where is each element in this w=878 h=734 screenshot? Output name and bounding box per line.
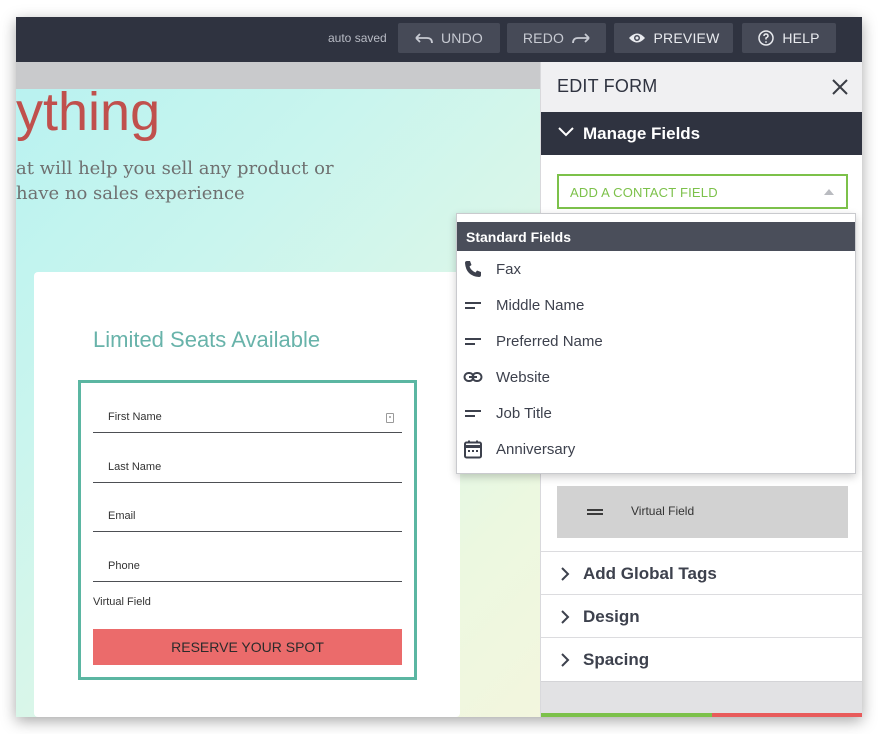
chevron-down-icon bbox=[558, 127, 574, 137]
manage-fields-label: Manage Fields bbox=[583, 124, 701, 143]
hero-subtitle-line: have no sales experience bbox=[16, 183, 245, 204]
autosave-status: auto saved bbox=[328, 31, 387, 45]
dropdown-item-anniversary[interactable]: Anniversary bbox=[457, 431, 855, 467]
section-label: Add Global Tags bbox=[583, 564, 717, 583]
dropdown-item-label: Website bbox=[496, 369, 550, 386]
redo-icon bbox=[572, 33, 590, 44]
dropdown-item-middle-name[interactable]: Middle Name bbox=[457, 287, 855, 323]
manage-fields-section[interactable]: Manage Fields bbox=[541, 112, 862, 155]
add-contact-field-label: ADD A CONTACT FIELD bbox=[570, 185, 718, 200]
reserve-spot-button[interactable]: RESERVE YOUR SPOT bbox=[93, 629, 402, 665]
hero-subtitle: at will help you sell any product or hav… bbox=[16, 156, 536, 206]
short-text-icon bbox=[465, 410, 481, 417]
short-text-icon bbox=[465, 302, 481, 309]
dropdown-item-fax[interactable]: Fax bbox=[457, 251, 855, 287]
dropdown-item-label: Job Title bbox=[496, 405, 552, 422]
calendar-icon bbox=[464, 440, 482, 459]
dropdown-header: Standard Fields bbox=[457, 222, 855, 251]
cancel-bar-accent bbox=[712, 713, 862, 717]
undo-button[interactable]: UNDO bbox=[398, 23, 500, 53]
spacing-section[interactable]: Spacing bbox=[541, 637, 862, 680]
panel-header: EDIT FORM bbox=[541, 62, 862, 112]
field-label: First Name bbox=[108, 411, 162, 423]
dropdown-item-label: Anniversary bbox=[496, 441, 576, 458]
chevron-right-icon bbox=[561, 610, 570, 624]
card-title: Limited Seats Available bbox=[93, 327, 321, 352]
caret-up-icon bbox=[824, 189, 834, 195]
hero-subtitle-line: at will help you sell any product or bbox=[16, 158, 334, 179]
hero-title: ything bbox=[16, 82, 161, 142]
chevron-right-icon bbox=[561, 653, 570, 667]
virtual-field-label: Virtual Field bbox=[93, 596, 151, 608]
help-button[interactable]: HELP bbox=[742, 23, 836, 53]
virtual-field-row-label: Virtual Field bbox=[631, 504, 695, 518]
standard-fields-dropdown: Standard Fields Fax Middle Name Preferre… bbox=[456, 213, 856, 474]
dropdown-item-label: Fax bbox=[496, 261, 522, 278]
panel-footer bbox=[541, 681, 862, 717]
virtual-field-row[interactable]: Virtual Field bbox=[557, 486, 848, 538]
help-label: HELP bbox=[782, 30, 820, 46]
drag-handle-icon[interactable] bbox=[587, 509, 603, 515]
undo-icon bbox=[415, 33, 433, 44]
contact-card-icon bbox=[386, 413, 394, 423]
save-bar-accent bbox=[541, 713, 712, 717]
preview-button[interactable]: PREVIEW bbox=[614, 23, 733, 53]
dropdown-item-website[interactable]: Website bbox=[457, 359, 855, 395]
dropdown-item-preferred-name[interactable]: Preferred Name bbox=[457, 323, 855, 359]
top-toolbar: auto saved UNDO REDO PREVIEW HELP bbox=[16, 17, 862, 62]
eye-icon bbox=[628, 33, 645, 43]
chevron-right-icon bbox=[561, 567, 570, 581]
add-global-tags-section[interactable]: Add Global Tags bbox=[541, 551, 862, 594]
field-label: Email bbox=[108, 510, 136, 522]
selected-form[interactable]: First Name Last Name Email Phone Virtual… bbox=[78, 380, 417, 680]
short-text-icon bbox=[465, 338, 481, 345]
dropdown-item-label: Middle Name bbox=[496, 297, 585, 314]
section-label: Design bbox=[583, 607, 640, 626]
preview-label: PREVIEW bbox=[653, 30, 720, 46]
section-label: Spacing bbox=[583, 650, 650, 669]
dropdown-item-label: Preferred Name bbox=[496, 333, 603, 350]
redo-button[interactable]: REDO bbox=[507, 23, 606, 53]
redo-label: REDO bbox=[522, 30, 565, 46]
last-name-field[interactable]: Last Name bbox=[93, 439, 402, 483]
add-contact-field-select[interactable]: ADD A CONTACT FIELD bbox=[557, 174, 848, 209]
form-card: Limited Seats Available First Name Last … bbox=[34, 272, 460, 717]
design-section[interactable]: Design bbox=[541, 594, 862, 637]
dropdown-item-job-title[interactable]: Job Title bbox=[457, 395, 855, 431]
first-name-field[interactable]: First Name bbox=[93, 389, 402, 433]
close-icon[interactable] bbox=[831, 78, 849, 96]
phone-icon bbox=[465, 261, 481, 277]
link-icon bbox=[463, 372, 483, 382]
help-circle-icon bbox=[758, 30, 775, 46]
field-label: Phone bbox=[108, 560, 140, 572]
undo-label: UNDO bbox=[440, 30, 484, 46]
field-label: Last Name bbox=[108, 461, 162, 473]
email-field[interactable]: Email bbox=[93, 488, 402, 532]
phone-field[interactable]: Phone bbox=[93, 538, 402, 582]
panel-title: EDIT FORM bbox=[557, 76, 658, 96]
